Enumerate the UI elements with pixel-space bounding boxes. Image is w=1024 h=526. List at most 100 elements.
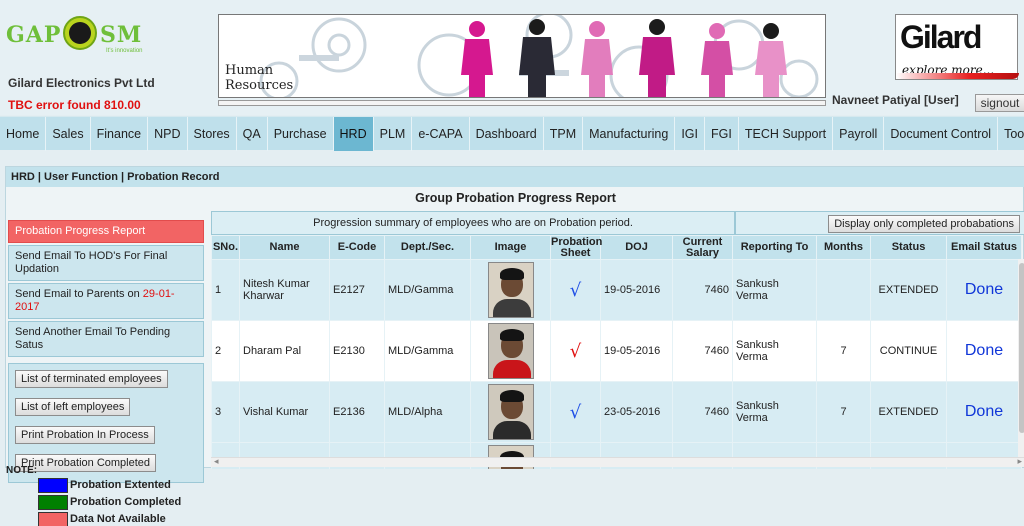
legend-swatch-extended [38, 478, 68, 493]
cell-probation-sheet: √ [550, 320, 601, 382]
nav-item-plm[interactable]: PLM [374, 116, 413, 151]
column-header-months: Months [816, 235, 871, 260]
scroll-right-arrow-icon[interactable]: ▸ [1017, 456, 1022, 467]
email-status-done[interactable]: Done [965, 281, 1003, 298]
nav-item-manufacturing[interactable]: Manufacturing [583, 116, 676, 151]
cell-status: EXTENDED [870, 259, 947, 321]
brand-name: Gilard [900, 19, 982, 55]
table-summary: Progression summary of employees who are… [211, 211, 735, 235]
signout-button[interactable]: signout [975, 94, 1024, 112]
banner-text-line1: Human [225, 63, 274, 78]
nav-item-igi[interactable]: IGI [675, 116, 705, 151]
nav-item-stores[interactable]: Stores [188, 116, 237, 151]
cell-ecode: E2127 [329, 259, 385, 321]
column-header-status: Status [870, 235, 947, 260]
cell-email-status: Done [946, 381, 1022, 443]
table-horizontal-scrollbar[interactable]: ◂ ▸ [211, 456, 1024, 467]
nav-item-sales[interactable]: Sales [46, 116, 91, 151]
vertical-scroll-thumb[interactable] [1019, 263, 1024, 433]
terminated-employees-button[interactable]: List of terminated employees [15, 370, 168, 388]
header: GAP O SM It's innovation Gilard Electron… [0, 0, 1024, 115]
cell-sno: 2 [211, 320, 240, 382]
gilard-logo[interactable]: Gilard explore more... [895, 14, 1019, 80]
employee-photo[interactable] [487, 323, 534, 379]
nav-item-hrd[interactable]: HRD [333, 116, 374, 151]
cell-reporting-to: Sankush Verma [732, 381, 817, 443]
nav-item-npd[interactable]: NPD [148, 116, 188, 151]
menu-send-another-email[interactable]: Send Another Email To Pending Satus [8, 321, 204, 357]
probation-table-area: Progression summary of employees who are… [211, 211, 1024, 469]
cell-image [470, 320, 551, 382]
table-row[interactable]: 2 Dharam Pal E2130 MLD/Gamma √ 19-05-2016 7460… [211, 320, 1022, 382]
table-header-row: SNo. Name E-Code Dept./Sec. Image Probation S… [211, 235, 1022, 260]
column-header-reporting-to: Reporting To [732, 235, 817, 260]
display-completed-button[interactable]: Display only completed probabations [828, 215, 1020, 233]
banner-underline [218, 100, 826, 106]
cell-dept: MLD/Gamma [384, 320, 471, 382]
brand-swoosh [896, 73, 1019, 79]
print-in-process-button[interactable]: Print Probation In Process [15, 426, 155, 444]
probation-sheet-link[interactable]: √ [570, 280, 581, 301]
left-employees-button[interactable]: List of left employees [15, 398, 131, 416]
cell-months: 7 [816, 320, 871, 382]
hr-banner: Human Resources [218, 14, 826, 98]
column-header-name: Name [239, 235, 330, 260]
nav-item-document-control[interactable]: Document Control [884, 116, 999, 151]
logo-left-text: GAP [6, 22, 62, 48]
employee-photo[interactable] [487, 384, 534, 440]
column-header-probation-sheet: Probation Sheet [550, 235, 603, 260]
gaposm-logo[interactable]: GAP O SM It's innovation [6, 14, 146, 60]
cell-doj: 19-05-2016 [600, 259, 673, 321]
cell-image [470, 381, 551, 443]
legend-label-extended: Probation Extented [70, 479, 171, 491]
cell-email-status: Done [946, 259, 1022, 321]
nav-item-tpm[interactable]: TPM [544, 116, 584, 151]
main-nav: Home Sales Finance NPD Stores QA Purchase HRD PL… [0, 116, 1024, 151]
nav-item-purchase[interactable]: Purchase [268, 116, 334, 151]
left-menu: Probation Progress Report Send Email To … [8, 220, 204, 483]
legend-label-not-available: Data Not Available [70, 513, 166, 525]
column-header-dept-sec: Dept./Sec. [384, 235, 471, 260]
table-row[interactable]: 1 Nitesh Kumar Kharwar E2127 MLD/Gamma √ 19-0… [211, 259, 1022, 321]
menu-send-email-hod[interactable]: Send Email To HOD's For Final Updation [8, 245, 204, 281]
scroll-left-arrow-icon[interactable]: ◂ [214, 456, 219, 467]
nav-item-home[interactable]: Home [0, 116, 47, 151]
probation-sheet-link[interactable]: √ [570, 402, 581, 423]
probation-sheet-link[interactable]: √ [570, 341, 581, 362]
email-status-done[interactable]: Done [965, 403, 1003, 420]
email-status-done[interactable]: Done [965, 342, 1003, 359]
probation-table: SNo. Name E-Code Dept./Sec. Image Probation S… [211, 235, 1022, 469]
tbc-error[interactable]: TBC error found 810.00 [8, 98, 141, 112]
probation-panel: HRD | User Function | Probation Record G… [5, 166, 1024, 483]
nav-item-e-capa[interactable]: e-CAPA [412, 116, 470, 151]
column-header-email-status: Email Status [946, 235, 1022, 260]
nav-item-payroll[interactable]: Payroll [833, 116, 885, 151]
cell-dept: MLD/Gamma [384, 259, 471, 321]
cell-image [470, 259, 551, 321]
table-row[interactable]: 3 Vishal Kumar E2136 MLD/Alpha √ 23-05-2016 74… [211, 381, 1022, 443]
table-vertical-scrollbar[interactable] [1018, 259, 1024, 459]
menu-send-email-parents-label: Send Email to Parents on [15, 288, 143, 300]
report-title: Group Probation Progress Report [415, 191, 616, 205]
nav-item-fgi[interactable]: FGI [705, 116, 739, 151]
table-body: 1 Nitesh Kumar Kharwar E2127 MLD/Gamma √ 19-0… [211, 259, 1022, 469]
nav-item-dashboard[interactable]: Dashboard [470, 116, 544, 151]
cell-probation-sheet: √ [550, 259, 601, 321]
nav-item-tool-room[interactable]: Tool Room [998, 117, 1024, 151]
nav-item-qa[interactable]: QA [237, 116, 268, 151]
employee-photo[interactable] [487, 262, 534, 318]
cell-salary: 7460 [672, 259, 733, 321]
note-label: NOTE: [6, 465, 38, 476]
cell-reporting-to: Sankush Verma [732, 320, 817, 382]
nav-item-tech-support[interactable]: TECH Support [739, 116, 834, 151]
column-header-current-salary: Current Salary [672, 235, 733, 260]
menu-send-email-parents[interactable]: Send Email to Parents on 29-01-2017 [8, 283, 204, 319]
menu-probation-progress-report[interactable]: Probation Progress Report [8, 220, 204, 243]
cell-name: Dharam Pal [239, 320, 330, 382]
column-header-image: Image [470, 235, 551, 260]
cell-months: 7 [816, 381, 871, 443]
nav-item-finance[interactable]: Finance [91, 116, 149, 151]
logo-tagline: It's innovation [106, 48, 143, 54]
cell-sno: 1 [211, 259, 240, 321]
cell-salary: 7460 [672, 381, 733, 443]
